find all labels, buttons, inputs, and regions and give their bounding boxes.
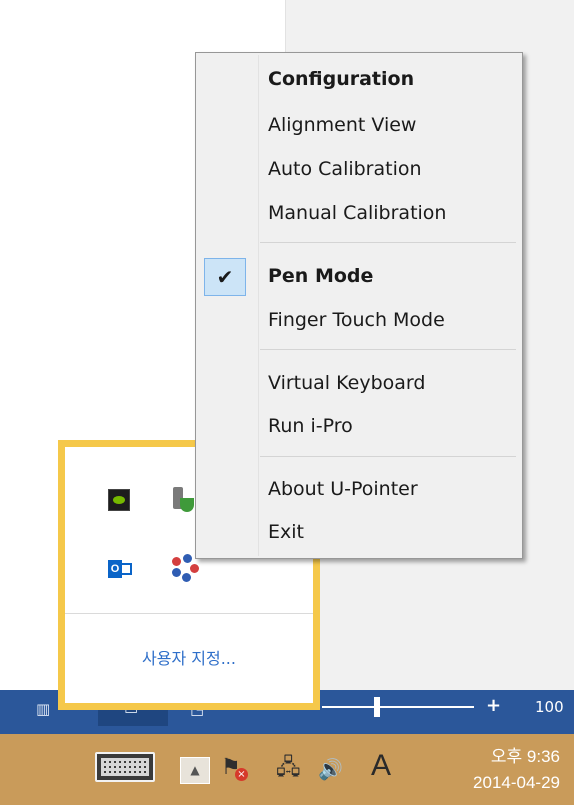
outlook-icon[interactable]: O [108,558,132,580]
zoom-slider-track[interactable] [322,706,474,708]
menu-item-auto-calibration[interactable]: Auto Calibration [268,149,518,189]
ime-icon[interactable]: A [371,751,391,781]
menu-item-run-i-pro[interactable]: Run i-Pro [268,406,518,446]
menu-gutter-line [258,55,259,556]
menu-separator [260,242,516,243]
menu-item-virtual-keyboard[interactable]: Virtual Keyboard [268,363,518,403]
menu-separator [260,456,516,457]
zoom-level[interactable]: 100 [535,698,564,716]
menu-separator [260,349,516,350]
nvidia-icon[interactable] [108,489,130,511]
network-icon[interactable]: 🖧 [276,757,301,779]
usb-safe-remove-icon[interactable] [168,487,196,513]
zoom-in-button[interactable]: + [486,694,501,718]
menu-item-manual-calibration[interactable]: Manual Calibration [268,193,518,233]
volume-icon[interactable]: 🔊 [318,759,343,779]
menu-item-alignment-view[interactable]: Alignment View [268,105,518,145]
read-mode-icon[interactable]: ▥ [36,702,50,717]
menu-item-exit[interactable]: Exit [268,512,518,552]
clock-date[interactable]: 2014-04-29 [420,772,560,794]
menu-item-about-u-pointer[interactable]: About U-Pointer [268,469,518,509]
u-pointer-context-menu: ✔ Configuration Alignment View Auto Cali… [195,52,523,559]
zoom-slider-thumb[interactable] [374,697,380,717]
error-badge-icon: × [235,768,248,781]
clock-time[interactable]: 오후 9:36 [430,746,560,768]
customize-link[interactable]: 사용자 지정... [65,648,313,670]
menu-item-pen-mode[interactable]: Pen Mode [268,256,518,296]
check-icon: ✔ [204,258,246,296]
menu-item-finger-touch-mode[interactable]: Finger Touch Mode [268,300,518,340]
show-hidden-icons-icon[interactable]: ▲ [180,757,210,784]
tray-overflow-divider [65,613,313,614]
menu-item-configuration[interactable]: Configuration [268,59,518,99]
keyboard-icon[interactable] [95,752,155,782]
